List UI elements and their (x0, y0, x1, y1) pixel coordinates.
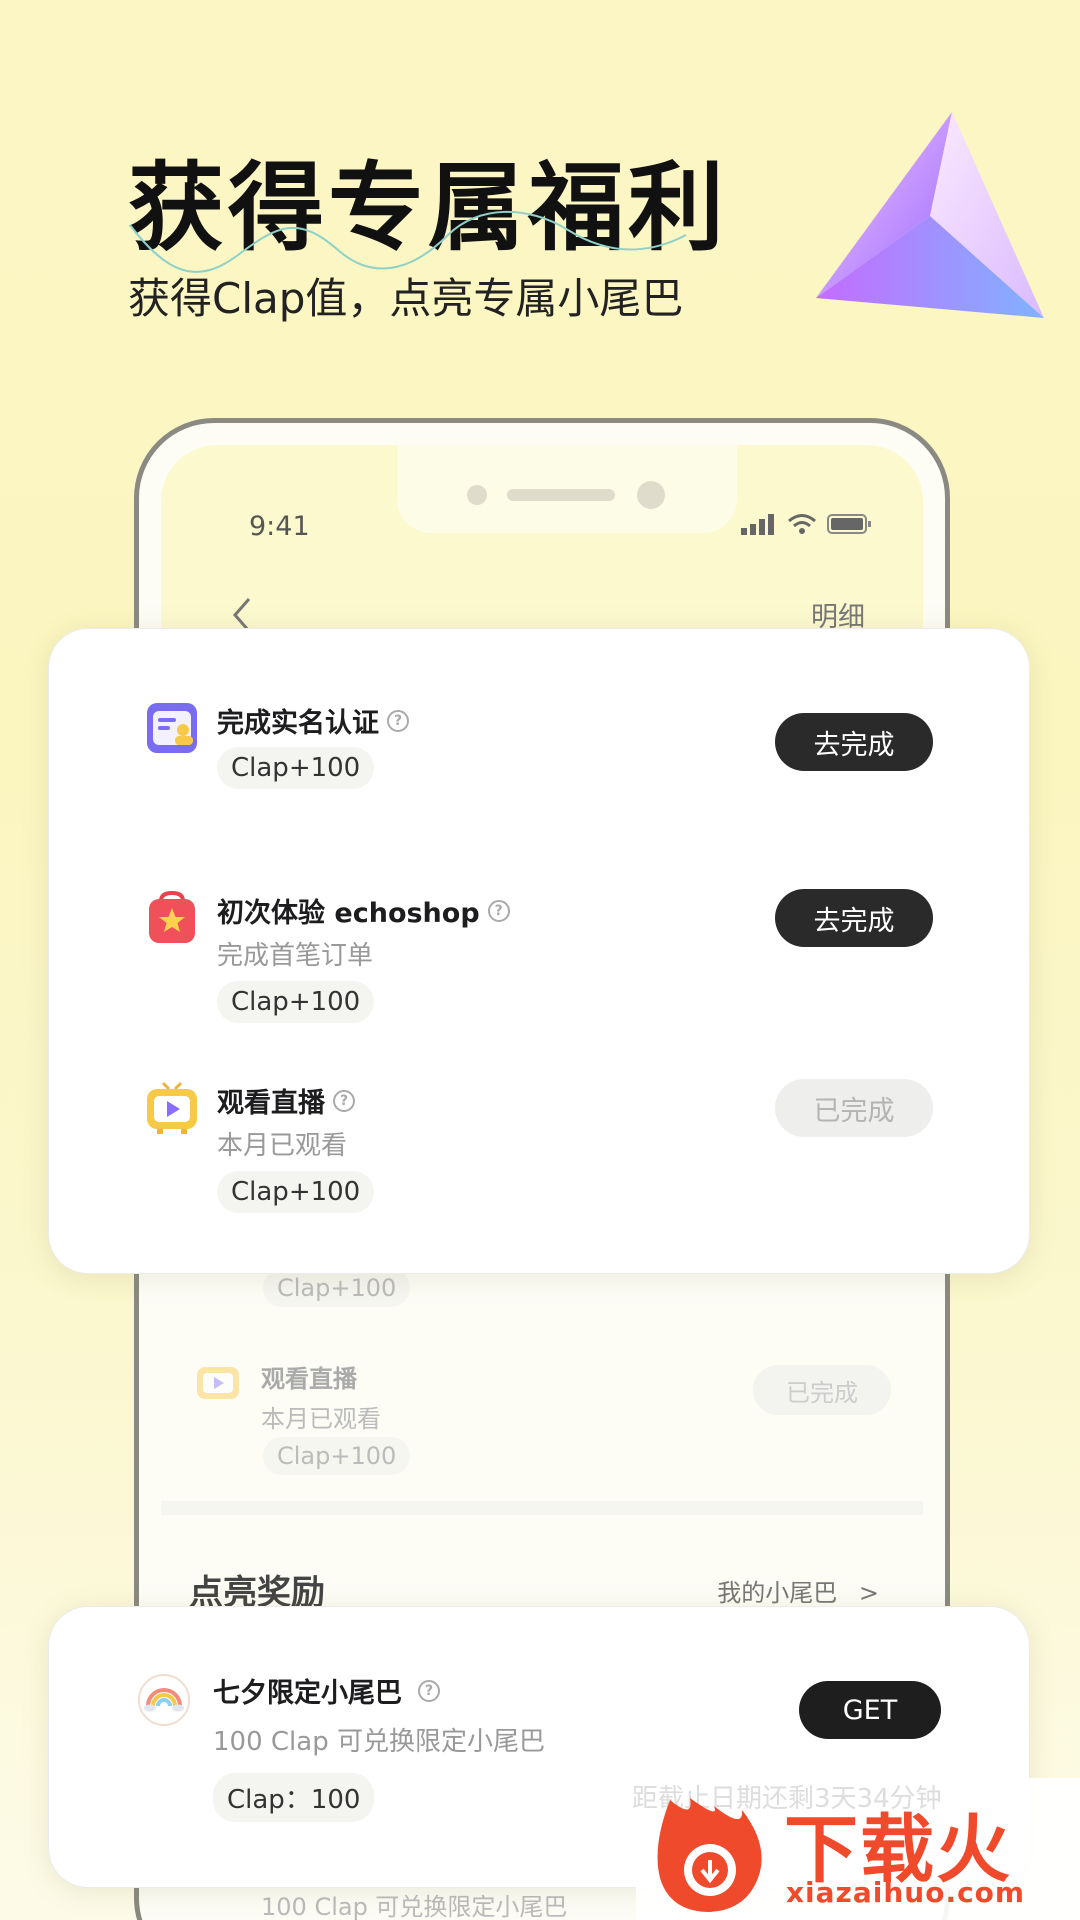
ghost-reward-chip-2: Clap+100 (263, 1437, 411, 1475)
wifi-icon (788, 514, 816, 534)
ghost-task-title: 观看直播 (261, 1365, 357, 1393)
pyramid-decoration-icon (816, 112, 1044, 318)
status-time: 9:41 (249, 511, 310, 542)
ghost-task-desc: 本月已观看 (261, 1405, 381, 1433)
task-title: 完成实名认证 ? (217, 701, 409, 740)
reward-cost-chip: Clap：100 (213, 1773, 375, 1822)
ghost-reward-desc: 100 Clap 可兑换限定小尾巴 (261, 1893, 568, 1920)
task-title: 初次体验 echoshop ? (217, 891, 510, 930)
complete-button[interactable]: 去完成 (775, 889, 933, 947)
live-tv-icon (147, 1081, 197, 1134)
complete-button[interactable]: 去完成 (775, 713, 933, 771)
help-icon[interactable]: ? (333, 1089, 355, 1112)
hero-subtitle: 获得Clap值，点亮专属小尾巴 (128, 274, 684, 323)
status-icons (741, 513, 873, 535)
task-title: 观看直播 ? (217, 1081, 355, 1120)
reward-chip: Clap+100 (217, 981, 375, 1023)
shopping-bag-icon (149, 891, 195, 943)
rainbow-icon (138, 1674, 190, 1726)
help-icon[interactable]: ? (387, 709, 409, 732)
flame-logo-icon (657, 1798, 762, 1912)
ghost-done-button: 已完成 (753, 1365, 891, 1415)
section-divider (161, 1501, 923, 1515)
id-card-icon (147, 703, 197, 753)
watermark-domain: xiazaihuo.com (786, 1876, 1026, 1909)
task-desc: 本月已观看 (217, 1131, 348, 1161)
done-button: 已完成 (775, 1079, 933, 1137)
reward-chip: Clap+100 (217, 747, 375, 789)
my-tails-link[interactable]: 我的小尾巴 > (717, 1573, 879, 1608)
reward-title: 七夕限定小尾巴 ? (213, 1671, 440, 1710)
my-tails-label: 我的小尾巴 (717, 1579, 838, 1607)
reward-chip: Clap+100 (217, 1171, 375, 1213)
ghost-reward-chip: Clap+100 (263, 1269, 411, 1307)
task-desc: 完成首笔订单 (217, 941, 374, 971)
phone-notch (397, 445, 737, 533)
reward-desc: 100 Clap 可兑换限定小尾巴 (213, 1727, 545, 1757)
task-card: 完成实名认证 ? Clap+100 去完成 初次体验 echoshop ? 完成… (48, 628, 1030, 1274)
help-icon[interactable]: ? (487, 899, 510, 922)
ghost-live-tv-icon (197, 1367, 239, 1399)
get-button[interactable]: GET (799, 1681, 941, 1739)
chevron-right-icon: > (858, 1579, 879, 1607)
battery-icon (827, 514, 871, 534)
help-icon[interactable]: ? (418, 1679, 440, 1702)
signal-icon (741, 514, 774, 535)
